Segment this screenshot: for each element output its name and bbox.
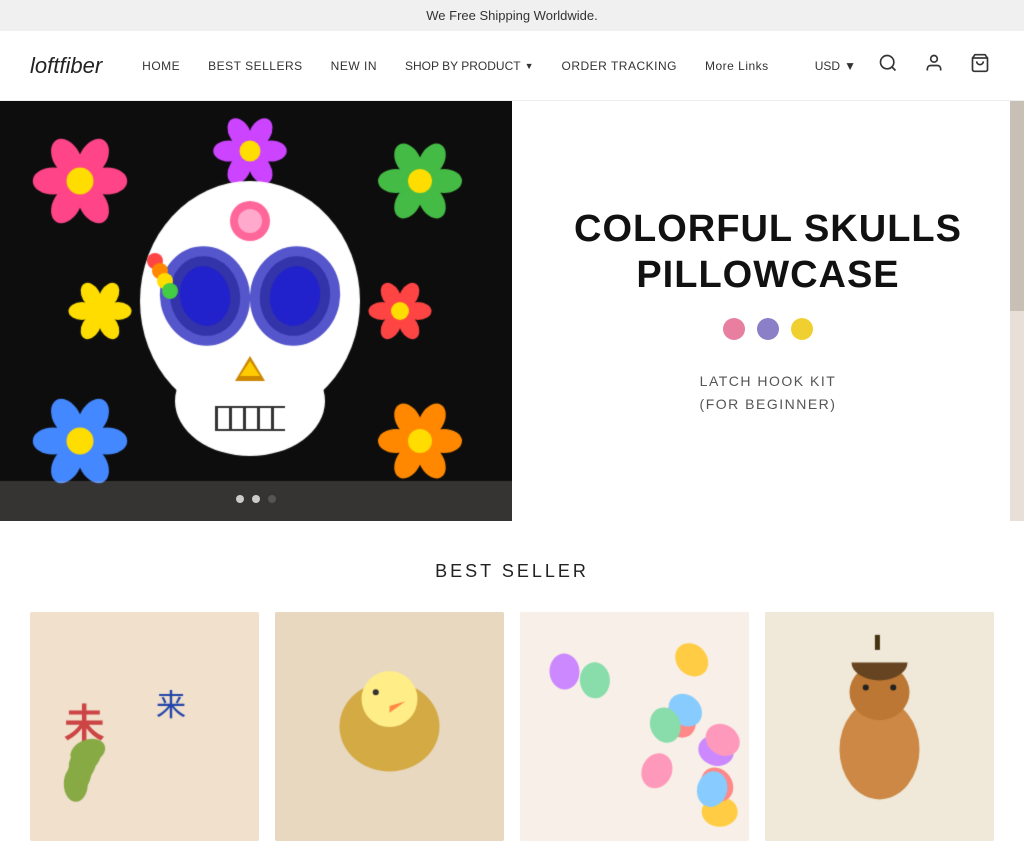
cart-icon [970, 53, 990, 73]
chevron-down-icon: ▼ [844, 59, 856, 73]
best-seller-section: BEST SELLER [0, 521, 1024, 861]
top-banner: We Free Shipping Worldwide. [0, 0, 1024, 31]
banner-text: We Free Shipping Worldwide. [426, 8, 598, 23]
account-button[interactable] [920, 49, 948, 82]
hero-section: COLORFUL SKULLS PILLOWCASE LATCH HOOK KI… [0, 101, 1024, 521]
hero-title: COLORFUL SKULLS PILLOWCASE [574, 207, 962, 298]
header-icons: USD ▼ [815, 49, 994, 82]
color-dot-yellow[interactable] [791, 318, 813, 340]
product-card-4[interactable] [765, 612, 994, 841]
search-icon [878, 53, 898, 73]
chevron-down-icon: ▼ [525, 61, 534, 71]
account-icon [924, 53, 944, 73]
color-dot-purple[interactable] [757, 318, 779, 340]
strip-bottom [1010, 311, 1024, 521]
hero-canvas [0, 101, 512, 521]
slide-dot-2[interactable] [252, 495, 260, 503]
nav-new-in[interactable]: NEW IN [331, 59, 377, 73]
hero-right-strip [1010, 101, 1024, 521]
product-card-3[interactable] [520, 612, 749, 841]
product-canvas-2 [275, 612, 504, 841]
search-button[interactable] [874, 49, 902, 82]
product-canvas-3 [520, 612, 749, 841]
nav-home[interactable]: HOME [142, 59, 180, 73]
product-canvas-4 [765, 612, 994, 841]
product-grid [30, 612, 994, 841]
nav-order-tracking[interactable]: ORDER TRACKING [562, 59, 677, 73]
currency-selector[interactable]: USD ▼ [815, 59, 856, 73]
product-card-2[interactable] [275, 612, 504, 841]
header: loftfiber HOME BEST SELLERS NEW IN SHOP … [0, 31, 1024, 101]
color-dots [723, 318, 813, 340]
slide-dot-3[interactable] [268, 495, 276, 503]
hero-image [0, 101, 512, 521]
nav-more-links[interactable]: More Links [705, 59, 769, 73]
slide-indicators [236, 495, 276, 503]
hero-subtitle: LATCH HOOK KIT (FOR BEGINNER) [700, 370, 837, 415]
strip-top [1010, 101, 1024, 311]
best-seller-title: BEST SELLER [30, 561, 994, 582]
nav-shop-by-product[interactable]: SHOP BY PRODUCT ▼ [405, 59, 534, 73]
main-nav: HOME BEST SELLERS NEW IN SHOP BY PRODUCT… [142, 59, 815, 73]
logo[interactable]: loftfiber [30, 53, 102, 79]
product-canvas-1 [30, 612, 259, 841]
cart-button[interactable] [966, 49, 994, 82]
nav-best-sellers[interactable]: BEST SELLERS [208, 59, 303, 73]
slide-dot-1[interactable] [236, 495, 244, 503]
color-dot-pink[interactable] [723, 318, 745, 340]
hero-content: COLORFUL SKULLS PILLOWCASE LATCH HOOK KI… [512, 101, 1024, 521]
product-card-1[interactable] [30, 612, 259, 841]
